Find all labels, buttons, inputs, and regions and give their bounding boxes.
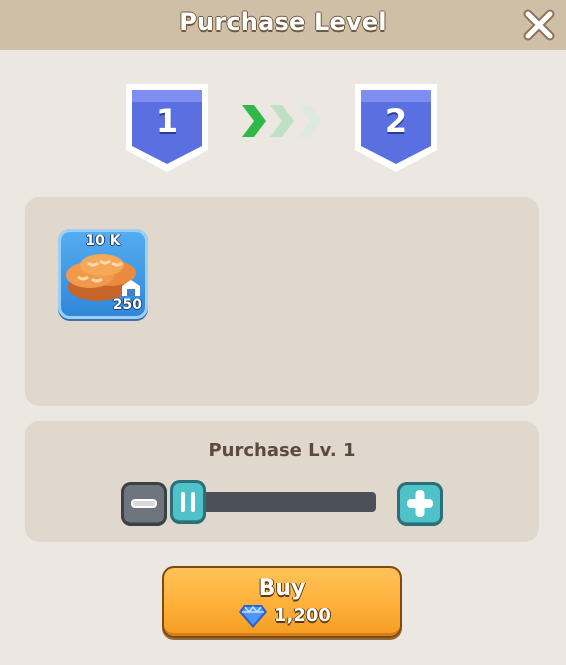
arrow-icon (270, 105, 294, 137)
warehouse-icon (122, 280, 140, 296)
close-icon (523, 9, 555, 41)
buy-price: 1,200 (274, 605, 331, 626)
level-slider-thumb[interactable] (170, 480, 206, 524)
buy-button[interactable]: Buy 1,200 (162, 566, 402, 638)
progress-arrows (242, 105, 322, 137)
close-button[interactable] (522, 8, 556, 42)
reward-capacity: 250 (112, 297, 142, 313)
purchase-level-label: Purchase Lv. 1 (208, 440, 356, 461)
current-level-badge: 1 (124, 82, 210, 174)
arrow-icon (298, 105, 322, 137)
arrow-icon (242, 105, 266, 137)
next-level-number: 2 (384, 102, 408, 140)
minus-icon (131, 499, 157, 508)
gem-icon (239, 605, 267, 628)
reward-amount: 10 K (85, 233, 121, 249)
decrease-button[interactable] (121, 482, 167, 526)
grip-line (181, 492, 185, 512)
buy-label: Buy (258, 576, 306, 601)
grip-line (191, 492, 195, 512)
reward-item[interactable]: 10 K 250 (58, 229, 148, 319)
next-level-badge: 2 (353, 82, 439, 174)
current-level-number: 1 (155, 102, 179, 140)
increase-button[interactable] (397, 482, 443, 526)
plus-icon (407, 490, 433, 517)
dialog-title: Purchase Level (179, 8, 387, 36)
level-slider-track[interactable] (182, 492, 376, 512)
